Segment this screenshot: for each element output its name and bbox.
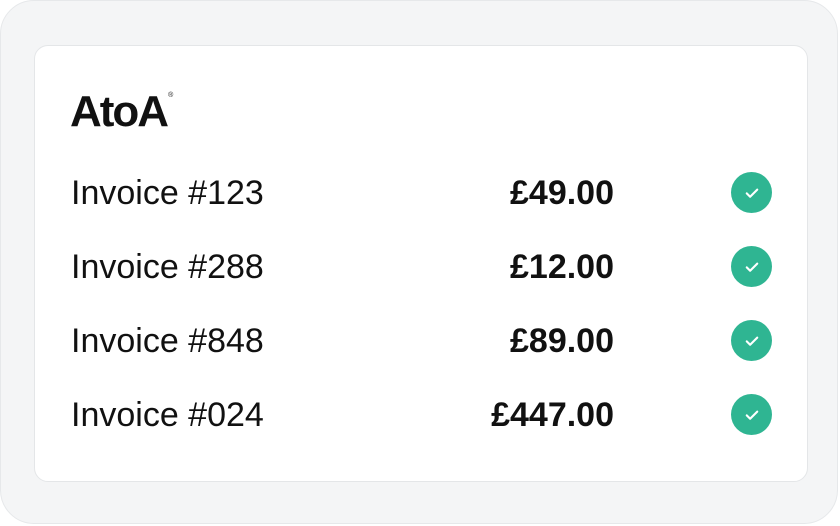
invoice-list: Invoice #123 £49.00 Invoice #288 £12.00 …: [35, 155, 807, 451]
invoice-row[interactable]: Invoice #288 £12.00: [35, 229, 807, 303]
invoice-amount: £89.00: [510, 322, 614, 360]
invoice-amount: £447.00: [491, 396, 614, 434]
invoice-amount: £49.00: [510, 174, 614, 212]
outer-frame: AtoA ® Invoice #123 £49.00 Invoice #288 …: [0, 0, 838, 524]
invoice-row[interactable]: Invoice #123 £49.00: [35, 155, 807, 229]
invoice-card: AtoA ® Invoice #123 £49.00 Invoice #288 …: [34, 45, 808, 482]
invoice-label: Invoice #288: [71, 248, 264, 286]
invoice-row[interactable]: Invoice #024 £447.00: [35, 377, 807, 451]
registered-trademark-mark: ®: [168, 92, 174, 99]
invoice-row[interactable]: Invoice #848 £89.00: [35, 303, 807, 377]
invoice-label: Invoice #848: [71, 322, 264, 360]
atoa-logo: AtoA ®: [70, 88, 173, 136]
check-circle-icon: [731, 394, 772, 435]
check-circle-icon: [731, 172, 772, 213]
invoice-label: Invoice #024: [71, 396, 264, 434]
check-circle-icon: [731, 320, 772, 361]
invoice-amount: £12.00: [510, 248, 614, 286]
check-circle-icon: [731, 246, 772, 287]
invoice-label: Invoice #123: [71, 174, 264, 212]
logo-text: AtoA: [70, 87, 169, 136]
